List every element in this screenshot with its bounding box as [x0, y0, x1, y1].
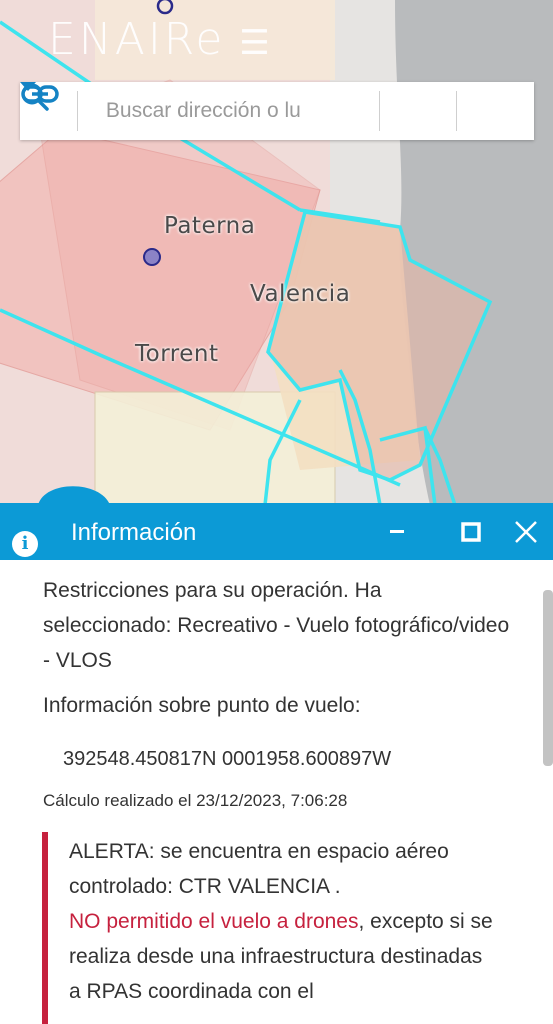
map-label-paterna: Paterna — [164, 213, 256, 239]
minimize-icon — [390, 530, 404, 533]
panel-scrollbar[interactable] — [543, 590, 553, 766]
alert-marker — [42, 832, 48, 1024]
alert-intro: ALERTA: se encuentra en espacio aéreo co… — [69, 840, 449, 898]
map-label-valencia: Valencia — [250, 281, 351, 307]
share-link-button[interactable] — [21, 82, 534, 140]
coordinates-value: 392548.450817N 0001958.600897W — [63, 748, 392, 770]
enaire-logo: ENAIRe ☰ — [48, 14, 273, 65]
close-button[interactable] — [509, 515, 543, 549]
search-input[interactable] — [77, 82, 379, 140]
info-panel-title: Información — [71, 519, 197, 546]
map-label-torrent: Torrent — [135, 341, 219, 367]
map-canvas[interactable] — [0, 0, 553, 505]
search-bar — [20, 82, 534, 140]
search-button[interactable] — [21, 82, 457, 140]
map-view[interactable]: ENAIRe ☰ Paterna Valencia Torrent — [0, 0, 553, 505]
maximize-icon — [461, 522, 481, 542]
maximize-button[interactable] — [454, 515, 488, 549]
restrictions-text: Restricciones para su operación. Ha sele… — [43, 579, 510, 672]
link-icon — [21, 85, 59, 103]
info-icon: i — [12, 531, 38, 557]
alert-message: ALERTA: se encuentra en espacio aéreo co… — [69, 834, 499, 1009]
flight-point-label: Información sobre punto de vuelo: — [43, 694, 361, 717]
close-icon — [515, 521, 537, 543]
info-panel-header: i Información — [0, 503, 553, 560]
alert-prohibition: NO permitido el vuelo a drones — [69, 910, 359, 933]
minimize-button[interactable] — [380, 515, 414, 549]
calculation-timestamp: Cálculo realizado el 23/12/2023, 7:06:28 — [43, 791, 348, 810]
